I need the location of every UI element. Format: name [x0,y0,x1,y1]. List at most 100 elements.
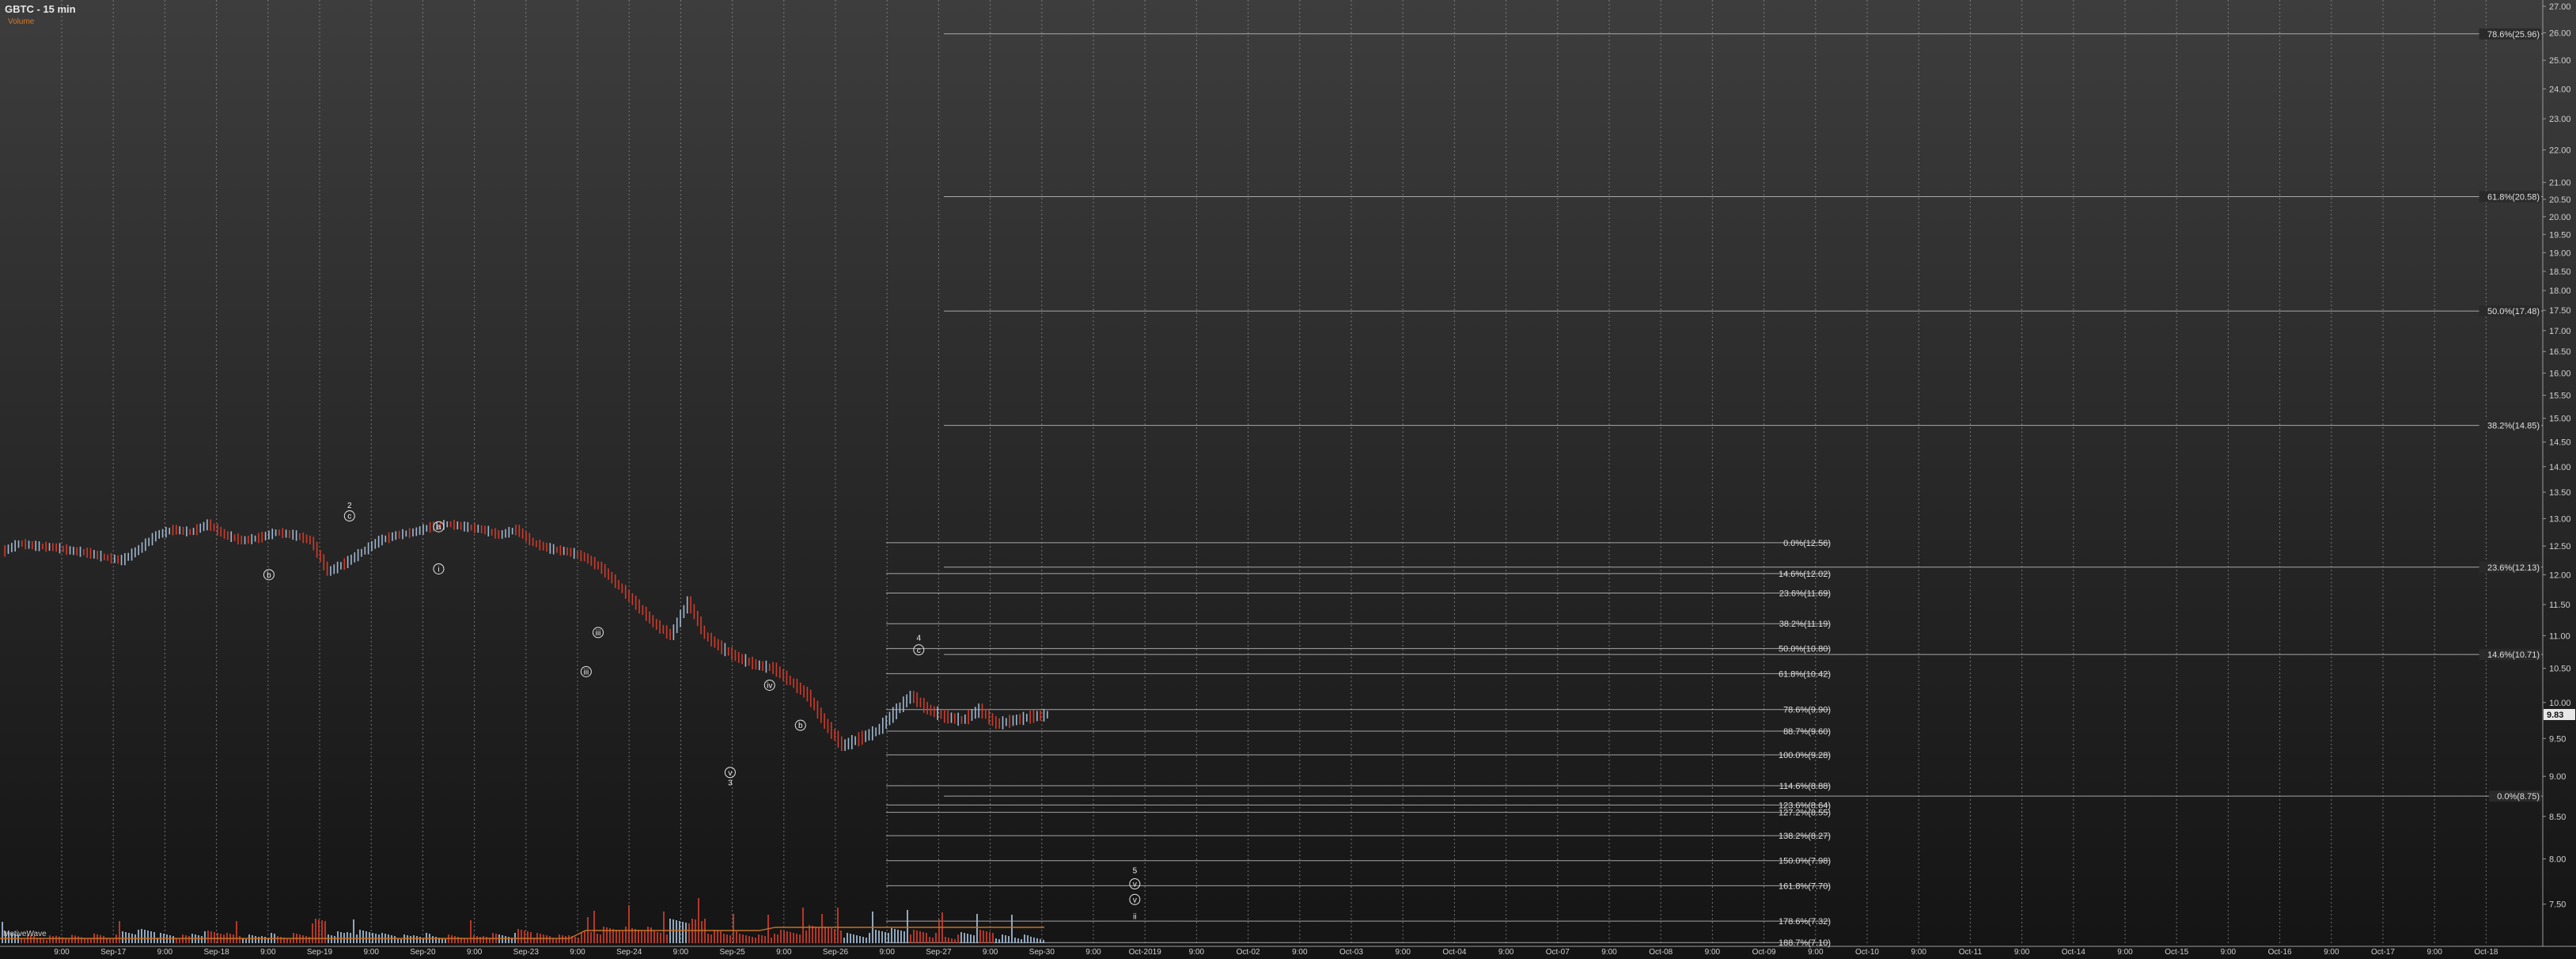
volume-bar [55,935,57,943]
volume-bar [353,919,354,943]
price-chart[interactable]: 9:00 Sep-17 9:00 Sep-18 9:00 Sep-19 9:00 Sep-20… [0,0,2576,959]
volume-bar [502,935,503,943]
volume-bar [919,931,921,943]
x-tick-label: Oct-03 [1339,948,1363,957]
volume-bar [650,927,652,943]
volume-bar [733,914,734,943]
wave-label: b [798,722,803,730]
y-tick-label: 13.50 [2549,488,2571,498]
volume-bar [653,931,655,943]
y-tick-label: 25.00 [2549,56,2571,66]
volume-bar [150,931,152,943]
volume-bar [578,938,579,943]
x-tick-label: Sep-26 [823,948,849,957]
volume-bar [992,933,994,943]
x-tick-label: 9:00 [467,948,483,957]
volume-bar [122,931,123,943]
volume-bar [869,933,870,943]
volume-bar [885,932,886,943]
volume-bar [647,927,649,943]
wave-label: 2 [347,502,352,510]
y-tick-label: 19.00 [2549,248,2571,258]
fib-label-short: 61.8%(10.42) [1779,669,1831,679]
volume-bar [347,932,348,943]
y-tick-label: 9.00 [2549,772,2566,782]
volume-bar [932,938,934,943]
volume-bar [400,939,402,943]
x-tick-label: 9:00 [2221,948,2237,957]
volume-indicator-label: Volume [8,17,35,26]
volume-bar [486,937,487,943]
volume-bar [153,932,155,943]
volume-bar [698,898,699,943]
volume-bar [812,926,813,943]
x-tick-label: Oct-18 [2474,948,2498,957]
volume-bar [973,935,975,943]
volume-bar [847,933,848,943]
x-tick-label: Sep-23 [513,948,540,957]
volume-bar [340,932,342,943]
volume-bar [752,937,753,943]
wave-label: v [1133,881,1137,889]
volume-bar [555,939,557,943]
volume-bar [964,933,965,943]
volume-bar [255,936,256,943]
volume-bar [517,929,519,943]
fib-label-short: 50.0%(10.80) [1779,645,1831,654]
motivewave-logo: MotiveWave [3,930,47,938]
volume-bar [644,931,646,943]
volume-bar [657,932,658,943]
volume-bar [185,935,187,943]
volume-bar [1033,937,1035,943]
volume-bar [840,931,842,943]
y-tick-label: 11.00 [2549,631,2570,641]
volume-bar [366,931,367,943]
volume-bar [552,938,554,943]
volume-bar [574,937,576,943]
x-tick-label: Sep-17 [100,948,127,957]
volume-bar [1005,935,1006,943]
fib-label-short: 161.8%(7.70) [1779,881,1831,891]
volume-bar [1043,939,1044,943]
volume-bar [245,939,247,943]
volume-bar [777,934,778,943]
y-tick-label: 27.00 [2549,2,2571,12]
volume-bar [581,933,582,943]
x-tick-label: Sep-25 [719,948,745,957]
y-tick-label: 17.00 [2549,327,2571,336]
volume-bar [986,931,987,943]
volume-bar [568,935,570,943]
fib-label-short: 127.2%(8.55) [1779,809,1831,818]
x-tick-label: 9:00 [1292,948,1308,957]
volume-bar [144,930,146,943]
volume-bar [565,936,566,943]
x-tick-label: Sep-18 [203,948,229,957]
wave-label: 4 [917,634,922,642]
volume-bar [21,938,22,943]
volume-bar [720,931,722,943]
volume-bar [1008,936,1010,943]
volume-bar [394,936,396,943]
volume-bar [685,923,687,943]
fib-label-short: 150.0%(7.98) [1779,857,1831,866]
volume-bar [369,932,370,943]
volume-bar [169,935,171,943]
volume-bar [40,938,41,943]
volume-bar [302,935,304,943]
x-tick-label: Sep-20 [410,948,436,957]
volume-bar [831,928,832,943]
volume-bar [717,931,718,943]
volume-bar [87,938,89,943]
x-tick-label: 9:00 [1808,948,1824,957]
x-tick-label: 9:00 [1601,948,1617,957]
volume-bar [736,931,737,943]
volume-bar [324,921,326,943]
volume-bar [391,935,392,943]
x-tick-label: 9:00 [1911,948,1926,957]
volume-bar [945,937,946,943]
volume-bar [524,931,525,943]
y-tick-label: 22.00 [2549,146,2571,155]
volume-bar [334,936,335,943]
volume-bar [141,929,142,943]
x-tick-label: Oct-16 [2268,948,2292,957]
